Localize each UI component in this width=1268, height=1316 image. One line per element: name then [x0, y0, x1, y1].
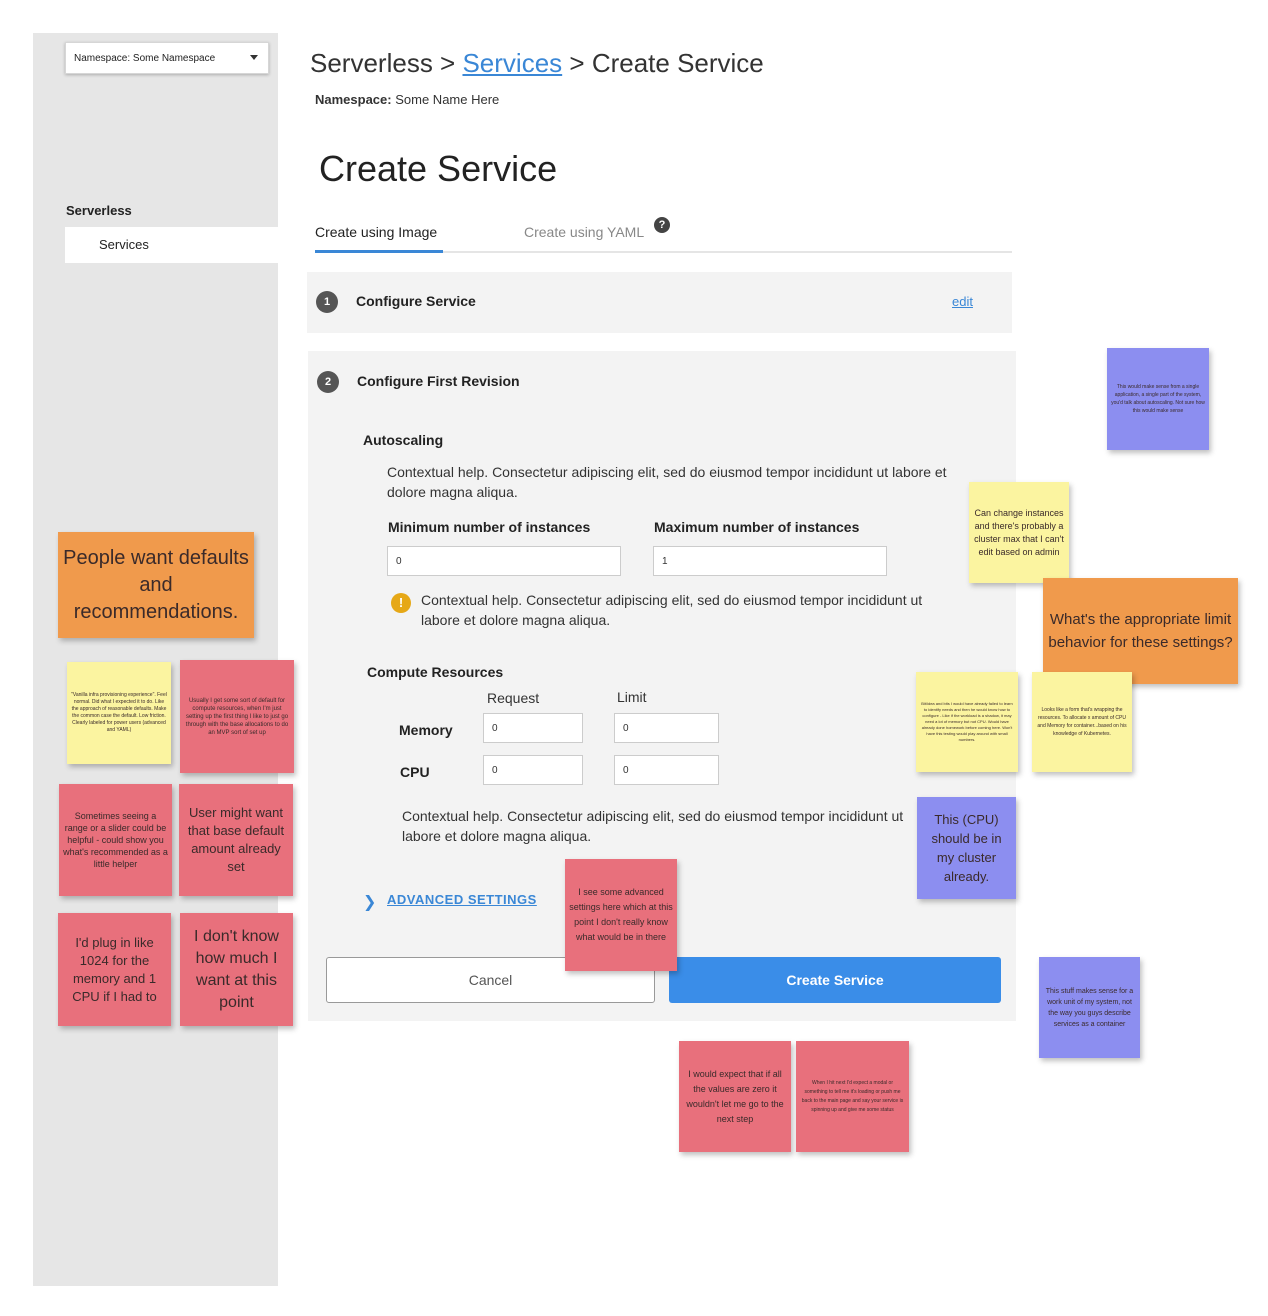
compute-help: Contextual help. Consectetur adipiscing …	[402, 808, 904, 844]
compute-resources-title: Compute Resources	[367, 664, 504, 680]
sticky-note: This would make sense from a single appl…	[1107, 348, 1209, 450]
sticky-note: I'd plug in like 1024 for the memory and…	[58, 913, 171, 1026]
sticky-note: I would expect that if all the values ar…	[679, 1041, 791, 1152]
sticky-note-text: People want defaults and recommendations…	[63, 546, 249, 623]
memory-label: Memory	[399, 722, 453, 738]
memory-limit-input[interactable]: 0	[614, 713, 719, 743]
sticky-note: Usually I get some sort of default for c…	[180, 660, 294, 773]
cpu-request-input[interactable]: 0	[483, 755, 583, 785]
sticky-note-text: "Vanilla infra provisioning experience".…	[71, 692, 167, 733]
request-header: Request	[487, 690, 540, 706]
breadcrumb: Serverless > Services > Create Service	[310, 48, 764, 79]
sticky-note-text: This (CPU) should be in my cluster alrea…	[931, 812, 1002, 884]
sticky-note: This (CPU) should be in my cluster alrea…	[917, 797, 1016, 899]
autoscaling-help: Contextual help. Consectetur adipiscing …	[387, 464, 947, 500]
active-tab-indicator	[315, 250, 443, 253]
sticky-note: People want defaults and recommendations…	[58, 532, 254, 638]
edit-link[interactable]: edit	[952, 294, 973, 309]
sticky-note: "Vanilla infra provisioning experience".…	[67, 662, 171, 764]
breadcrumb-root: Serverless >	[310, 48, 456, 78]
limit-header: Limit	[617, 689, 647, 705]
page-title: Create Service	[319, 148, 558, 189]
sidebar-item-services[interactable]: Services	[65, 227, 278, 263]
sticky-note-text: This stuff makes sense for a work unit o…	[1045, 987, 1134, 1028]
sticky-note: Looks like a form that's wrapping the re…	[1032, 672, 1132, 772]
sticky-note-text: Sometimes seeing a range or a slider cou…	[63, 811, 168, 869]
sticky-note: User might want that base default amount…	[179, 784, 293, 896]
sticky-note-text: When I hit next I'd expect a modal or so…	[801, 1079, 904, 1113]
sticky-note: What's the appropriate limit behavior fo…	[1043, 578, 1238, 684]
sticky-note-text: Can change instances and there's probabl…	[974, 507, 1064, 557]
step-1-title: Configure Service	[356, 293, 476, 309]
warning-icon: !	[391, 593, 411, 613]
tab-create-using-image[interactable]: Create using Image	[315, 224, 437, 240]
tab-create-using-yaml[interactable]: Create using YAML	[524, 224, 644, 240]
sticky-note-text: I would expect that if all the values ar…	[686, 1068, 784, 1124]
chevron-right-icon[interactable]: ❯	[363, 892, 376, 912]
create-service-button[interactable]: Create Service	[669, 957, 1001, 1003]
step-1-badge: 1	[316, 291, 338, 313]
max-instances-input[interactable]: 1	[653, 546, 887, 576]
step-2-title: Configure First Revision	[357, 373, 520, 389]
cpu-limit-input[interactable]: 0	[614, 755, 719, 785]
namespace-label: Namespace:	[315, 92, 392, 107]
namespace-select-label: Namespace: Some Namespace	[74, 52, 216, 64]
max-instances-label: Maximum number of instances	[654, 519, 860, 535]
breadcrumb-current: > Create Service	[569, 48, 764, 78]
namespace-select[interactable]: Namespace: Some Namespace	[65, 42, 269, 74]
sticky-note: Sometimes seeing a range or a slider cou…	[59, 784, 172, 896]
sticky-note-text: Bit/idea and bits I would have already f…	[921, 701, 1013, 742]
min-instances-label: Minimum number of instances	[388, 519, 591, 535]
sticky-note: Can change instances and there's probabl…	[969, 482, 1069, 583]
chevron-down-icon	[250, 55, 258, 60]
step-2-badge: 2	[317, 371, 339, 393]
sidebar-item-label: Services	[99, 237, 149, 252]
sticky-note: I don't know how much I want at this poi…	[180, 913, 293, 1026]
sticky-note-text: I don't know how much I want at this poi…	[194, 927, 279, 1011]
advanced-settings-link[interactable]: ADVANCED SETTINGS	[387, 892, 537, 907]
autoscaling-title: Autoscaling	[363, 432, 444, 448]
cpu-label: CPU	[400, 764, 430, 780]
sticky-note-text: What's the appropriate limit behavior fo…	[1048, 611, 1233, 651]
sticky-note: I see some advanced settings here which …	[565, 859, 677, 971]
sticky-note: This stuff makes sense for a work unit o…	[1039, 957, 1140, 1058]
breadcrumb-services-link[interactable]: Services	[462, 48, 562, 78]
namespace-value: Some Name Here	[395, 92, 500, 107]
memory-request-input[interactable]: 0	[483, 713, 583, 743]
sticky-note-text: I'd plug in like 1024 for the memory and…	[72, 934, 157, 1004]
sticky-note-text: User might want that base default amount…	[187, 805, 285, 874]
sidebar-heading: Serverless	[66, 203, 132, 218]
sticky-note-text: Looks like a form that's wrapping the re…	[1037, 707, 1127, 737]
sticky-note-text: Usually I get some sort of default for c…	[185, 697, 289, 736]
sticky-note-text: I see some advanced settings here which …	[569, 887, 673, 942]
sticky-note-text: This would make sense from a single appl…	[1111, 384, 1205, 414]
namespace-line: Namespace: Some Name Here	[315, 92, 499, 107]
autoscaling-warning: Contextual help. Consectetur adipiscing …	[421, 592, 923, 628]
sticky-note: When I hit next I'd expect a modal or so…	[796, 1041, 909, 1152]
help-icon[interactable]: ?	[654, 217, 670, 233]
sticky-note: Bit/idea and bits I would have already f…	[916, 672, 1018, 772]
min-instances-input[interactable]: 0	[387, 546, 621, 576]
